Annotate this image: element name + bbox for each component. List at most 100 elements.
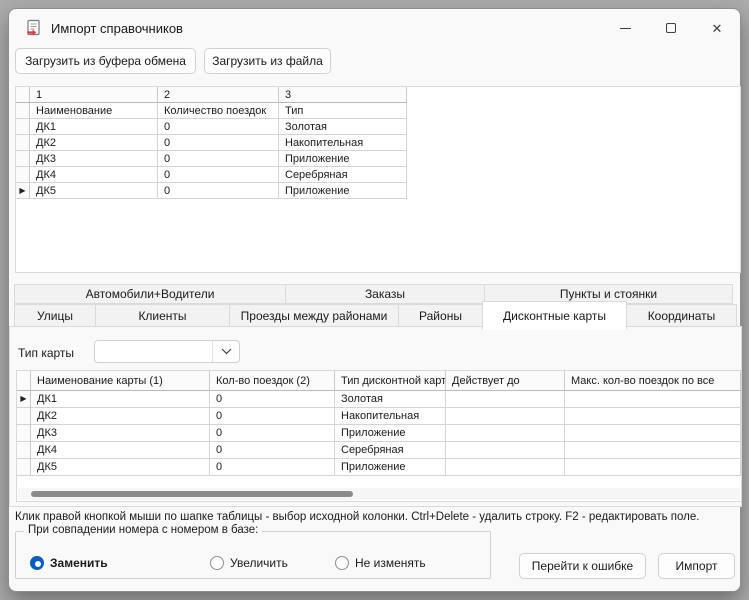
- table-row[interactable]: ДК40Серебряная: [17, 442, 741, 459]
- table-row[interactable]: ДК50Приложение: [17, 459, 741, 476]
- table-cell[interactable]: 0: [210, 425, 335, 442]
- table-cell[interactable]: [565, 408, 741, 425]
- table-cell[interactable]: Приложение: [335, 425, 446, 442]
- table-cell[interactable]: ДК5: [31, 459, 210, 476]
- table-cell[interactable]: Серебряная: [335, 442, 446, 459]
- table-cell[interactable]: Количество поездок: [158, 103, 279, 119]
- tab-дисконтные-карты[interactable]: Дисконтные карты: [482, 301, 627, 330]
- scrollbar-thumb[interactable]: [31, 491, 353, 497]
- load-from-file-button[interactable]: Загрузить из файла: [204, 48, 331, 74]
- tab-улицы[interactable]: Улицы: [14, 304, 96, 327]
- table-row[interactable]: НаименованиеКоличество поездокТип: [16, 103, 740, 119]
- row-selector[interactable]: [17, 408, 31, 425]
- table-cell[interactable]: ДК1: [30, 119, 158, 135]
- radio-option-2[interactable]: Увеличить: [210, 556, 288, 570]
- table-cell[interactable]: [565, 391, 741, 408]
- minimize-button[interactable]: [602, 9, 648, 47]
- table-cell[interactable]: ДК3: [30, 151, 158, 167]
- table-cell[interactable]: [565, 425, 741, 442]
- table-cell[interactable]: [446, 425, 565, 442]
- table-cell[interactable]: Наименование: [30, 103, 158, 119]
- tab-автомобили-водители[interactable]: Автомобили+Водители: [14, 284, 286, 304]
- row-selector[interactable]: [16, 103, 30, 119]
- table-cell[interactable]: 0: [210, 391, 335, 408]
- close-button[interactable]: ✕: [694, 9, 740, 47]
- table-cell[interactable]: 0: [158, 151, 279, 167]
- row-selector[interactable]: [16, 151, 30, 167]
- table-cell[interactable]: Серебряная: [279, 167, 407, 183]
- table-cell[interactable]: ДК2: [30, 135, 158, 151]
- table-row[interactable]: ▶ ДК10Золотая: [17, 391, 741, 408]
- table-cell[interactable]: Накопительная: [335, 408, 446, 425]
- table-cell[interactable]: 0: [210, 408, 335, 425]
- column-header[interactable]: Действует до: [446, 371, 565, 391]
- table-cell[interactable]: ДК1: [31, 391, 210, 408]
- table-cell[interactable]: [446, 459, 565, 476]
- table-cell[interactable]: ДК4: [31, 442, 210, 459]
- row-selector[interactable]: [17, 442, 31, 459]
- load-from-clipboard-button[interactable]: Загрузить из буфера обмена: [15, 48, 196, 74]
- radio-option-3[interactable]: Не изменять: [335, 556, 426, 570]
- table-cell[interactable]: [565, 442, 741, 459]
- table-cell[interactable]: [565, 459, 741, 476]
- row-selector[interactable]: ▶: [16, 183, 30, 199]
- import-button[interactable]: Импорт: [658, 553, 735, 579]
- column-header[interactable]: 2: [158, 87, 279, 103]
- column-header[interactable]: Наименование карты (1): [31, 371, 210, 391]
- row-selector[interactable]: [16, 167, 30, 183]
- radio-option-1[interactable]: Заменить: [30, 556, 108, 570]
- table-row[interactable]: ДК10Золотая: [16, 119, 740, 135]
- table-cell[interactable]: ДК5: [30, 183, 158, 199]
- row-selector[interactable]: [17, 459, 31, 476]
- card-type-combobox[interactable]: [94, 340, 240, 363]
- tab-координаты[interactable]: Координаты: [626, 304, 737, 327]
- goto-error-button[interactable]: Перейти к ошибке: [519, 553, 646, 579]
- row-selector-header[interactable]: [16, 87, 30, 103]
- table-cell[interactable]: 0: [210, 459, 335, 476]
- table-cell[interactable]: Приложение: [279, 151, 407, 167]
- table-cell[interactable]: 0: [158, 119, 279, 135]
- tab-проезды-между-районами[interactable]: Проезды между районами: [229, 304, 399, 327]
- table-cell[interactable]: [446, 391, 565, 408]
- table-cell[interactable]: [446, 442, 565, 459]
- row-selector[interactable]: [17, 425, 31, 442]
- table-cell[interactable]: 0: [158, 167, 279, 183]
- row-selector[interactable]: [16, 119, 30, 135]
- row-selector-header[interactable]: [17, 371, 31, 391]
- table-row[interactable]: ДК20Накопительная: [17, 408, 741, 425]
- tab-клиенты[interactable]: Клиенты: [95, 304, 230, 327]
- maximize-button[interactable]: [648, 9, 694, 47]
- table-cell[interactable]: Золотая: [279, 119, 407, 135]
- horizontal-scrollbar[interactable]: [18, 488, 740, 500]
- column-header[interactable]: Макс. кол-во поездок по все: [565, 371, 741, 391]
- chevron-down-icon[interactable]: [212, 341, 239, 362]
- table-cell[interactable]: 0: [158, 135, 279, 151]
- table-row[interactable]: ДК30Приложение: [16, 151, 740, 167]
- current-row-arrow-icon: ▶: [20, 395, 26, 403]
- target-mapping-table[interactable]: Наименование карты (1)Кол-во поездок (2)…: [16, 370, 742, 502]
- table-cell[interactable]: ДК3: [31, 425, 210, 442]
- row-selector[interactable]: [16, 135, 30, 151]
- column-header[interactable]: 3: [279, 87, 407, 103]
- table-cell[interactable]: [446, 408, 565, 425]
- table-cell[interactable]: Приложение: [335, 459, 446, 476]
- table-cell[interactable]: ДК4: [30, 167, 158, 183]
- table-cell[interactable]: Тип: [279, 103, 407, 119]
- table-row[interactable]: ДК30Приложение: [17, 425, 741, 442]
- column-header[interactable]: 1: [30, 87, 158, 103]
- row-selector[interactable]: ▶: [17, 391, 31, 408]
- table-cell[interactable]: Накопительная: [279, 135, 407, 151]
- table-cell[interactable]: Приложение: [279, 183, 407, 199]
- table-cell[interactable]: 0: [158, 183, 279, 199]
- table-cell[interactable]: 0: [210, 442, 335, 459]
- table-row[interactable]: ДК40Серебряная: [16, 167, 740, 183]
- tab-заказы[interactable]: Заказы: [285, 284, 485, 304]
- table-cell[interactable]: Золотая: [335, 391, 446, 408]
- table-row[interactable]: ДК20Накопительная: [16, 135, 740, 151]
- source-data-table[interactable]: 123НаименованиеКоличество поездокТипДК10…: [15, 86, 741, 273]
- column-header[interactable]: Тип дисконтной карты (3): [335, 371, 446, 391]
- tab-районы[interactable]: Районы: [398, 304, 483, 327]
- table-row[interactable]: ▶ДК50Приложение: [16, 183, 740, 199]
- column-header[interactable]: Кол-во поездок (2): [210, 371, 335, 391]
- table-cell[interactable]: ДК2: [31, 408, 210, 425]
